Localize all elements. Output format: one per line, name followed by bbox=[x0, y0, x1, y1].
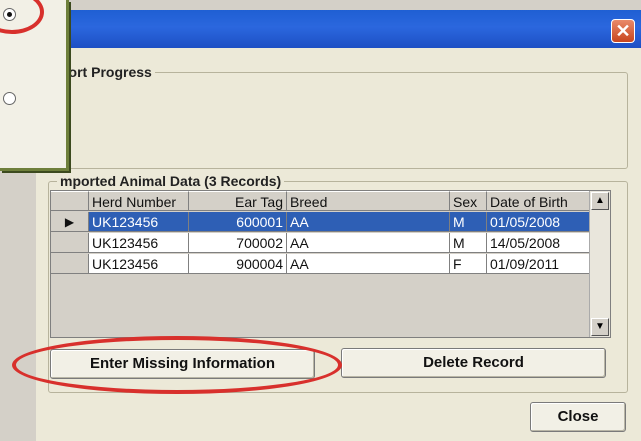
cell-sex[interactable]: F bbox=[450, 254, 487, 274]
row-header-corner bbox=[51, 191, 89, 211]
cell-herd-number[interactable]: UK123456 bbox=[89, 233, 189, 253]
cell-breed[interactable]: AA bbox=[287, 233, 450, 253]
column-header-herd-number[interactable]: Herd Number bbox=[89, 191, 189, 211]
cell-date-of-birth[interactable]: 01/09/2011 bbox=[487, 254, 592, 274]
cell-breed[interactable]: AA bbox=[287, 254, 450, 274]
close-button[interactable]: Close bbox=[530, 402, 626, 432]
cell-ear-tag[interactable]: 600001 bbox=[189, 212, 287, 232]
row-selector[interactable] bbox=[51, 254, 89, 274]
column-header-breed[interactable]: Breed bbox=[287, 191, 450, 211]
title-bar: ✕ bbox=[36, 10, 641, 48]
cell-ear-tag[interactable]: 700002 bbox=[189, 233, 287, 253]
scroll-down-icon[interactable]: ▼ bbox=[591, 318, 609, 336]
animal-data-grid[interactable]: Herd Number Ear Tag Breed Sex Date of Bi… bbox=[50, 190, 611, 338]
cell-herd-number[interactable]: UK123456 bbox=[89, 212, 189, 232]
import-progress-group: port Progress bbox=[48, 64, 628, 169]
vertical-scrollbar[interactable]: ▲ ▼ bbox=[589, 191, 610, 337]
cell-date-of-birth[interactable]: 01/05/2008 bbox=[487, 212, 592, 232]
current-row-icon: ▶ bbox=[51, 212, 89, 232]
imported-data-label: mported Animal Data (3 Records) bbox=[57, 173, 285, 189]
annotation-highlight-ellipse bbox=[12, 336, 342, 394]
cell-sex[interactable]: M bbox=[450, 212, 487, 232]
column-header-sex[interactable]: Sex bbox=[450, 191, 487, 211]
delete-record-button[interactable]: Delete Record bbox=[341, 348, 606, 378]
cell-ear-tag[interactable]: 900004 bbox=[189, 254, 287, 274]
scroll-up-icon[interactable]: ▲ bbox=[591, 192, 609, 210]
row-selector[interactable] bbox=[51, 233, 89, 253]
close-icon[interactable]: ✕ bbox=[611, 19, 635, 43]
cell-herd-number[interactable]: UK123456 bbox=[89, 254, 189, 274]
column-header-date-of-birth[interactable]: Date of Birth bbox=[487, 191, 592, 211]
import-progress-label: port Progress bbox=[57, 64, 155, 80]
column-header-ear-tag[interactable]: Ear Tag bbox=[189, 191, 287, 211]
cell-sex[interactable]: M bbox=[450, 233, 487, 253]
cell-breed[interactable]: AA bbox=[287, 212, 450, 232]
cell-date-of-birth[interactable]: 14/05/2008 bbox=[487, 233, 592, 253]
radio-option[interactable] bbox=[3, 92, 16, 105]
